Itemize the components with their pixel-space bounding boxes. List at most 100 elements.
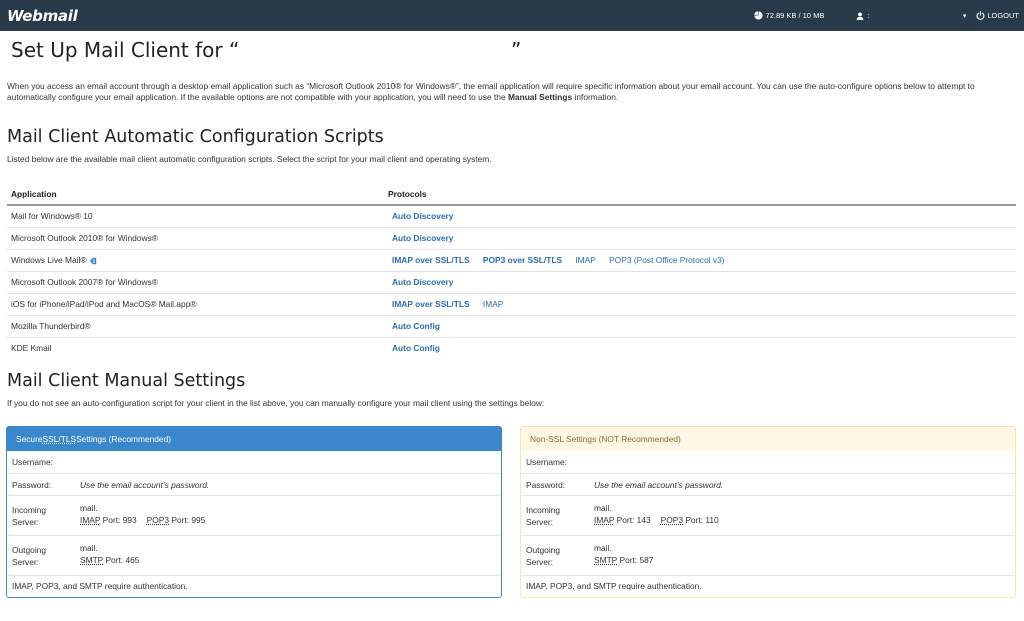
app-name: Mozilla Thunderbird® — [7, 315, 384, 338]
imap-link[interactable]: IMAP — [575, 255, 595, 265]
manual-settings-subtext: If you do not see an auto-configuration … — [7, 398, 545, 408]
auto-discovery-link[interactable]: Auto Discovery — [392, 277, 453, 287]
imap-ssl-link[interactable]: IMAP over SSL/TLS — [392, 255, 470, 265]
quota-text: 72.89 KB / 10 MB — [765, 11, 825, 20]
outgoing-label: Outgoing Server: — [12, 544, 46, 567]
auth-note: IMAP, POP3, and SMTP require authenticat… — [521, 575, 1015, 596]
incoming-value: mail. IMAP Port: 993 POP3 Port: 995 — [80, 502, 501, 526]
imap-ssl-link[interactable]: IMAP over SSL/TLS — [392, 299, 470, 309]
auth-note: IMAP, POP3, and SMTP require authenticat… — [7, 575, 501, 596]
username-row: Username: — [521, 451, 1015, 473]
auto-config-table: Application Protocols Mail for Windows® … — [7, 183, 1016, 359]
password-row: Password: Use the email account’s passwo… — [521, 473, 1015, 495]
pop3-abbr: POP3 — [660, 514, 684, 525]
webmail-logo[interactable]: Webmail — [7, 6, 78, 26]
pie-chart-icon — [753, 11, 763, 20]
disk-quota: 72.89 KB / 10 MB — [753, 11, 825, 20]
page-title: Set Up Mail Client for “ ” — [11, 38, 521, 62]
user-icon — [856, 11, 864, 20]
manual-settings-heading: Mail Client Manual Settings — [7, 371, 246, 391]
imap-link[interactable]: IMAP — [483, 299, 503, 309]
top-right-area: 72.89 KB / 10 MB : ▾ LOGOUT — [753, 0, 1019, 31]
col-application: Application — [7, 183, 384, 206]
app-name: Windows Live Mail® — [11, 255, 87, 265]
top-navbar: Webmail 72.89 KB / 10 MB : ▾ LOGOUT — [0, 0, 1024, 31]
caret-down-icon: ▾ — [962, 12, 967, 20]
pop3-ssl-link[interactable]: POP3 over SSL/TLS — [483, 255, 562, 265]
user-name: : — [867, 11, 870, 20]
pop3-link[interactable]: POP3 (Post Office Protocol v3) — [609, 255, 724, 265]
smtp-abbr: SMTP — [594, 554, 618, 565]
smtp-port: Port: 465 — [103, 554, 140, 565]
username-row: Username: — [7, 451, 501, 473]
nonssl-panel-title: Non-SSL Settings (NOT Recommended) — [521, 427, 1015, 451]
intro-part-2: information. — [572, 92, 619, 102]
incoming-label: Incoming Server: — [526, 504, 560, 527]
table-row: Mozilla Thunderbird® Auto Config — [7, 315, 1016, 338]
imap-abbr: IMAP — [594, 514, 615, 525]
secure-title-pre: Secure — [16, 434, 43, 444]
table-row: iOS for iPhone/iPad/iPod and MacOS® Mail… — [7, 293, 1016, 316]
outgoing-server-row: Outgoing Server: mail. SMTP Port: 465 — [7, 535, 501, 575]
app-name: iOS for iPhone/iPad/iPod and MacOS® Mail… — [7, 293, 384, 316]
username-label: Username: — [12, 457, 53, 467]
logout-label: LOGOUT — [987, 11, 1019, 20]
secure-title-post: Settings (Recommended) — [76, 434, 172, 444]
password-label: Password: — [526, 479, 566, 490]
incoming-server-row: Incoming Server: mail. IMAP Port: 143 POP3… — [521, 495, 1015, 535]
auto-config-link[interactable]: Auto Config — [392, 343, 440, 353]
password-label: Password: — [12, 479, 52, 490]
incoming-server-row: Incoming Server: mail. IMAP Port: 993 POP3… — [7, 495, 501, 535]
secure-settings-panel: Secure SSL/TLS Settings (Recommended) Us… — [6, 426, 502, 598]
page-title-close: ” — [511, 38, 522, 62]
outgoing-host: mail. — [80, 542, 98, 553]
outgoing-value: mail. SMTP Port: 465 — [80, 542, 501, 566]
outgoing-label: Outgoing Server: — [526, 544, 560, 567]
password-row: Password: Use the email account’s passwo… — [7, 473, 501, 495]
outgoing-server-row: Outgoing Server: mail. SMTP Port: 587 — [521, 535, 1015, 575]
col-protocols: Protocols — [384, 183, 1016, 206]
password-value: Use the email account’s password. — [594, 479, 724, 490]
smtp-abbr: SMTP — [80, 554, 104, 565]
imap-port: Port: 993 — [100, 514, 137, 525]
table-row: KDE Kmail Auto Config — [7, 337, 1016, 359]
ssl-tls-abbr: SSL/TLS — [42, 434, 77, 444]
incoming-host: mail. — [80, 502, 98, 513]
nonssl-settings-panel: Non-SSL Settings (NOT Recommended) Usern… — [520, 426, 1016, 598]
username-label: Username: — [526, 457, 567, 467]
auto-config-link[interactable]: Auto Config — [392, 321, 440, 331]
app-name: KDE Kmail — [11, 343, 52, 354]
outgoing-host: mail. — [594, 542, 612, 553]
pop3-abbr: POP3 — [146, 514, 170, 525]
password-value: Use the email account’s password. — [80, 479, 210, 490]
table-row: Mail for Windows® 10 Auto Discovery — [7, 205, 1016, 228]
pop3-port: Port: 995 — [169, 514, 206, 525]
smtp-port: Port: 587 — [617, 554, 654, 565]
logout-button[interactable]: LOGOUT — [976, 11, 1019, 20]
auto-discovery-link[interactable]: Auto Discovery — [392, 211, 453, 221]
info-icon[interactable] — [89, 257, 97, 265]
secure-panel-title: Secure SSL/TLS Settings (Recommended) — [7, 427, 501, 451]
intro-part-1: When you access an email account through… — [7, 81, 975, 102]
outgoing-value: mail. SMTP Port: 587 — [594, 542, 1015, 566]
user-menu[interactable]: : ▾ — [856, 11, 976, 20]
auto-config-subtext: Listed below are the available mail clie… — [7, 154, 492, 164]
table-row: Microsoft Outlook 2007® for Windows® Aut… — [7, 271, 1016, 294]
auto-config-heading: Mail Client Automatic Configuration Scri… — [7, 127, 384, 147]
power-icon — [976, 11, 985, 20]
incoming-host: mail. — [594, 502, 612, 513]
page-title-text: Set Up Mail Client for “ — [11, 38, 240, 62]
app-name: Mail for Windows® 10 — [7, 205, 384, 228]
pop3-port: Port: 110 — [683, 514, 719, 525]
app-name: Microsoft Outlook 2010® for Windows® — [7, 227, 384, 250]
app-name: Microsoft Outlook 2007® for Windows® — [7, 271, 384, 294]
intro-text: When you access an email account through… — [7, 81, 1012, 103]
intro-bold: Manual Settings — [507, 92, 573, 102]
imap-abbr: IMAP — [80, 514, 101, 525]
table-row: Microsoft Outlook 2010® for Windows® Aut… — [7, 227, 1016, 250]
incoming-value: mail. IMAP Port: 143 POP3 Port: 110 — [594, 502, 1015, 526]
table-row: Windows Live Mail® IMAP over SSL/TLS POP… — [7, 249, 1016, 272]
imap-port: Port: 143 — [614, 514, 651, 525]
incoming-label: Incoming Server: — [12, 504, 46, 527]
auto-discovery-link[interactable]: Auto Discovery — [392, 233, 453, 243]
